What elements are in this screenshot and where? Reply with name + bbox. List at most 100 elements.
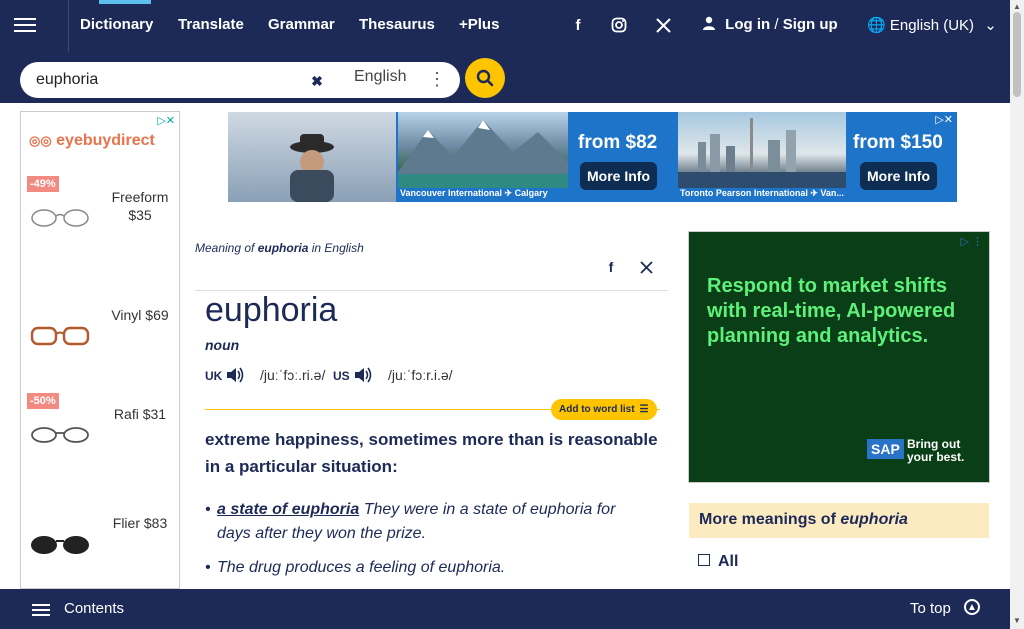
search-input[interactable]	[36, 68, 306, 92]
share-x-icon[interactable]	[632, 253, 660, 281]
dictionary-selector[interactable]: English	[354, 68, 406, 86]
nav-dictionary[interactable]: Dictionary	[80, 16, 153, 33]
sap-logo: SAP	[867, 439, 904, 459]
ad-choices-icon[interactable]: ▷✕	[935, 113, 953, 126]
ad-product[interactable]: Vinyl $69	[21, 294, 179, 394]
def-word-link[interactable]: happiness	[275, 430, 359, 449]
def-word-link[interactable]: particular	[239, 457, 316, 476]
discount-badge: -50%	[27, 393, 59, 409]
example-word-link[interactable]: feeling	[369, 559, 416, 576]
us-pronunciation: /juːˈfɔːr.i.ə/	[388, 367, 453, 383]
example-word-link[interactable]: days	[217, 525, 251, 542]
ad-caption: Vancouver International ✈ Calgary	[400, 188, 548, 198]
language-selector[interactable]: 🌐 English (UK) ⌄	[867, 16, 997, 34]
ad-product[interactable]: Flier $83	[21, 502, 179, 602]
sidebar-ad[interactable]: ▷ ⋮ Respond to market shifts with real-t…	[688, 231, 990, 483]
example-word-link[interactable]: state	[473, 501, 508, 518]
sunglasses-image	[31, 536, 89, 554]
uk-label: UK	[205, 369, 223, 383]
scrollbar[interactable]: ▲ ▼	[1010, 0, 1024, 629]
product-label: Freeform $35	[111, 189, 169, 223]
ad-photo-mountains	[398, 112, 568, 188]
def-word-link[interactable]: situation	[321, 457, 392, 476]
nav-thesaurus[interactable]: Thesaurus	[359, 16, 435, 33]
chevron-down-icon: ⌄	[984, 17, 997, 34]
example-word-link[interactable]: prize	[387, 525, 422, 542]
globe-icon: 🌐	[867, 17, 886, 34]
ad-product[interactable]: -49% Freeform $35	[21, 176, 179, 276]
expand-icon	[698, 554, 710, 566]
user-icon	[703, 16, 715, 30]
contents-menu-icon[interactable]	[32, 601, 50, 619]
ad-brand-logo: ◎◎ eyebuydirect	[29, 132, 155, 149]
sidebar-ad[interactable]: ▷✕ ◎◎ eyebuydirect -49% Freeform $35 Vin…	[20, 111, 180, 589]
to-top-button[interactable]: To top	[910, 600, 951, 617]
search-icon	[476, 69, 494, 87]
search-button[interactable]	[465, 58, 505, 98]
ad-price: from $150	[853, 132, 943, 153]
arrow-up-icon[interactable]: ▲	[964, 599, 980, 615]
language-label: English (UK)	[889, 17, 975, 34]
glasses-image	[31, 427, 89, 443]
add-to-word-list-button[interactable]: Add to word list ☰	[551, 399, 657, 420]
example-phrase-link[interactable]: a state of euphoria	[217, 501, 359, 518]
example-word-link[interactable]: won	[326, 525, 355, 542]
glasses-image	[30, 326, 90, 346]
top-nav: Dictionary Translate Grammar Thesaurus +…	[0, 0, 1010, 52]
ad-more-info-button[interactable]: More Info	[860, 162, 937, 190]
ad-choices-icon[interactable]: ▷✕	[157, 114, 175, 127]
contents-button[interactable]: Contents	[64, 600, 124, 617]
banner-ad[interactable]: Vancouver International ✈ Calgary from $…	[228, 112, 957, 202]
nav-translate[interactable]: Translate	[178, 16, 244, 33]
more-meanings-heading: More meanings of euphoria	[689, 503, 989, 538]
more-options-icon[interactable]: ⋮	[428, 69, 446, 90]
example-word-link[interactable]: drug	[249, 559, 281, 576]
ad-price: from $82	[578, 132, 658, 153]
active-tab-indicator	[99, 0, 151, 4]
scroll-down-icon[interactable]: ▼	[1013, 616, 1021, 625]
product-label: Flier $83	[112, 515, 168, 531]
product-label: Rafi $31	[113, 406, 167, 422]
menu-button[interactable]	[14, 14, 36, 34]
scroll-thumb[interactable]	[1013, 12, 1021, 97]
scroll-up-icon[interactable]: ▲	[1013, 2, 1021, 11]
example-sentence: • a state of euphoria They were in a sta…	[205, 501, 616, 542]
nav-divider	[68, 0, 69, 52]
login-link[interactable]: Log in	[725, 16, 770, 33]
ad-tagline: Bring out your best.	[907, 437, 965, 464]
def-word-link[interactable]: reasonable	[568, 430, 658, 449]
product-label: Vinyl $69	[111, 307, 169, 323]
nav-grammar[interactable]: Grammar	[268, 16, 335, 33]
us-audio-icon[interactable]	[353, 365, 373, 385]
example-sentence: • The drug produces a feeling of euphori…	[205, 559, 506, 576]
us-label: US	[333, 369, 350, 383]
def-word-link[interactable]: extreme	[205, 430, 270, 449]
login-separator: /	[774, 16, 779, 33]
facebook-icon[interactable]: f	[560, 14, 596, 36]
ad-more-info-button[interactable]: More Info	[580, 162, 657, 190]
definition: extreme happiness, sometimes more than i…	[205, 430, 658, 476]
ad-photo-skyline	[678, 112, 846, 188]
ad-choices-icon[interactable]: ▷ ⋮	[960, 235, 983, 248]
part-of-speech: noun	[205, 337, 240, 353]
glasses-image	[31, 209, 89, 227]
signup-link[interactable]: Sign up	[783, 16, 838, 33]
share-facebook-icon[interactable]: f	[597, 253, 625, 281]
uk-audio-icon[interactable]	[225, 365, 245, 385]
meaning-heading: Meaning of euphoria in English	[195, 241, 364, 255]
headword: euphoria	[205, 291, 338, 329]
search-box: ✖ English ⋮	[20, 62, 460, 98]
nav-plus[interactable]: +Plus	[459, 16, 499, 33]
discount-badge: -49%	[27, 176, 59, 192]
instagram-icon[interactable]	[601, 14, 637, 36]
list-icon: ☰	[639, 404, 649, 415]
login-area: Log in / Sign up	[702, 16, 838, 33]
clear-search-button[interactable]: ✖	[306, 70, 328, 92]
ad-caption: Toronto Pearson International ✈ Van...	[680, 188, 844, 198]
x-icon[interactable]	[645, 14, 681, 36]
all-meanings-link[interactable]: All	[698, 553, 738, 571]
example-word-link[interactable]: produces	[286, 559, 352, 576]
ad-headline: Respond to market shifts with real-time,…	[707, 275, 956, 347]
ad-product[interactable]: -50% Rafi $31	[21, 393, 179, 493]
ad-photo-traveler	[228, 112, 396, 202]
